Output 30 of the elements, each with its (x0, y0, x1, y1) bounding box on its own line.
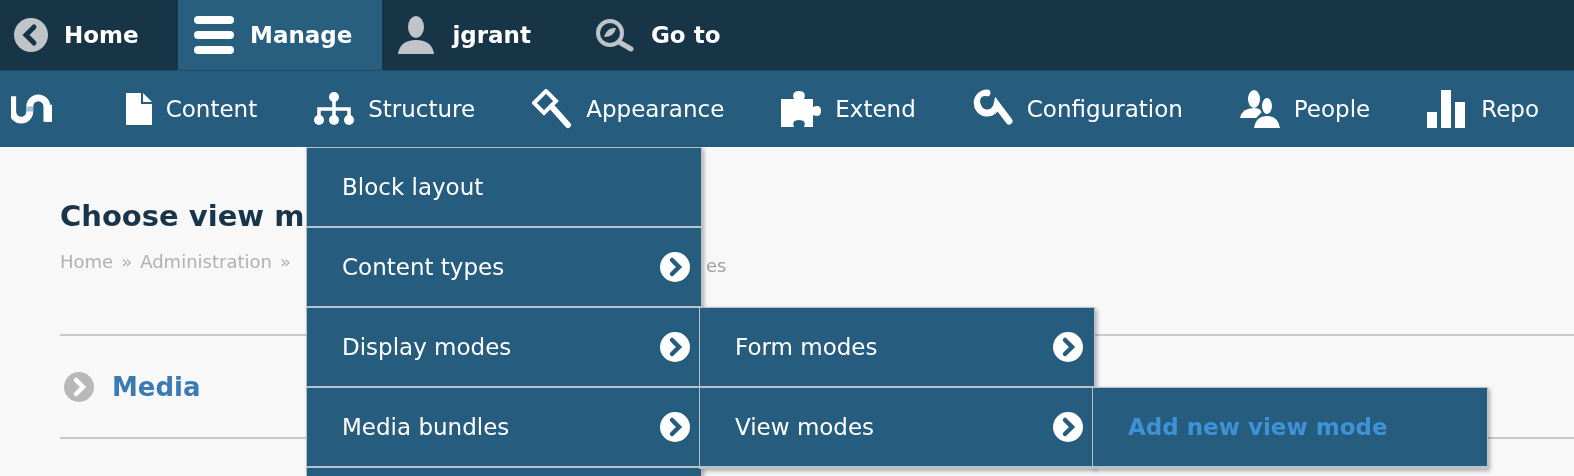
toolbar-tab[interactable]: Manage (178, 0, 383, 70)
admin-menu-item[interactable]: Appearance (532, 89, 725, 129)
menu-item[interactable]: Form modes (700, 308, 1094, 388)
menu-item[interactable]: Content types (307, 228, 701, 308)
page-icon (125, 93, 152, 125)
logo-icon[interactable] (11, 94, 54, 124)
bar-chart-icon (1427, 90, 1468, 128)
page-title: Choose view m (60, 199, 305, 233)
breadcrumb-separator: » (279, 251, 291, 272)
puzzle-icon (781, 91, 822, 127)
breadcrumb-separator: » (121, 251, 133, 272)
toolbar-tab[interactable]: Home (0, 0, 178, 70)
menu-item[interactable]: Media bundles (307, 388, 701, 468)
admin-menu-item[interactable]: Repo (1427, 90, 1539, 128)
user-icon (396, 16, 437, 54)
section-link[interactable]: Media (112, 371, 201, 402)
admin-menu-item[interactable]: Configuration (972, 89, 1183, 129)
hierarchy-icon (314, 92, 355, 126)
admin-menu-item[interactable]: Content (125, 93, 258, 125)
menu-item[interactable]: Block layout (307, 148, 701, 228)
brush-icon (532, 89, 573, 129)
toolbar-tab[interactable]: jgrant (382, 0, 581, 70)
search-icon (594, 18, 635, 52)
back-icon (14, 18, 48, 52)
people-icon (1239, 90, 1280, 128)
admin-menu-item[interactable]: Extend (781, 91, 916, 127)
menu-icon (194, 16, 234, 54)
admin-menu-item[interactable]: People (1239, 90, 1371, 128)
toolbar-tab[interactable]: Go to (580, 0, 743, 70)
admin-menu-item[interactable]: Structure (314, 92, 476, 126)
